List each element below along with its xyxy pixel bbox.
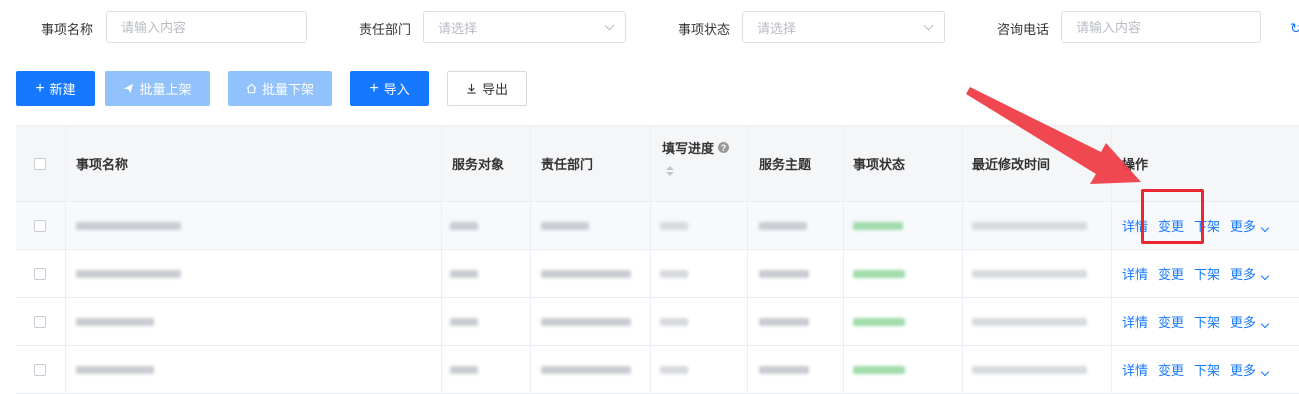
chevron-down-icon (604, 20, 615, 30)
chevron-down-icon (923, 20, 934, 30)
offline-link[interactable]: 下架 (1194, 312, 1220, 331)
offline-link[interactable]: 下架 (1194, 264, 1220, 283)
filter-label-status: 事项状态 (678, 22, 731, 37)
chevron-down-icon (1260, 271, 1270, 281)
table-row[interactable]: 详情 变更 下架 更多 (16, 346, 1299, 394)
item-name-input[interactable] (106, 11, 307, 43)
row-checkbox[interactable] (34, 267, 46, 280)
more-dropdown[interactable]: 更多 (1230, 216, 1270, 235)
table-row[interactable]: 详情 变更 下架 更多 (16, 298, 1299, 346)
col-progress[interactable]: 填写进度 ? (662, 126, 730, 201)
change-link[interactable]: 变更 (1158, 312, 1184, 331)
change-link[interactable]: 变更 (1158, 264, 1184, 283)
col-last-modified: 最近修改时间 (972, 157, 1051, 172)
change-link[interactable]: 变更 (1158, 360, 1184, 379)
more-dropdown[interactable]: 更多 (1230, 264, 1270, 283)
items-table: 事项名称 服务对象 责任部门 填写进度 ? 服务主题 事项状态 最近修改时间 操… (16, 125, 1299, 394)
row-checkbox[interactable] (34, 315, 46, 328)
chevron-down-icon (1260, 367, 1270, 377)
help-icon[interactable]: ? (718, 142, 730, 153)
import-button-label: 导入 (383, 82, 410, 97)
detail-link[interactable]: 详情 (1122, 360, 1148, 379)
more-dropdown[interactable]: 更多 (1230, 312, 1270, 331)
download-icon (467, 83, 476, 94)
send-icon (124, 83, 134, 94)
export-button-label: 导出 (481, 82, 508, 97)
detail-link[interactable]: 详情 (1122, 264, 1148, 283)
select-all-checkbox[interactable] (34, 157, 46, 170)
plus-icon: + (369, 79, 379, 97)
col-service-target: 服务对象 (452, 157, 505, 172)
sort-icon[interactable] (666, 166, 676, 176)
batch-offline-button[interactable]: 批量下架 (228, 71, 332, 106)
table-row[interactable]: 详情 变更 下架 更多 (16, 250, 1299, 298)
import-button[interactable]: + 导入 (350, 71, 429, 106)
table-header: 事项名称 服务对象 责任部门 填写进度 ? 服务主题 事项状态 最近修改时间 操… (16, 125, 1299, 202)
col-progress-label: 填写进度 (662, 141, 715, 156)
chevron-down-icon (1260, 223, 1270, 233)
export-button[interactable]: 导出 (447, 71, 527, 106)
status-select-placeholder: 请选择 (757, 20, 797, 36)
plus-icon: + (35, 79, 45, 97)
row-checkbox[interactable] (34, 219, 46, 232)
phone-input[interactable] (1061, 11, 1261, 43)
filter-label-phone: 咨询电话 (997, 22, 1050, 37)
row-checkbox[interactable] (34, 363, 46, 376)
col-item-name: 事项名称 (76, 157, 129, 172)
col-dept: 责任部门 (541, 157, 594, 172)
detail-link[interactable]: 详情 (1122, 312, 1148, 331)
filter-label-dept: 责任部门 (359, 22, 412, 37)
batch-publish-button[interactable]: 批量上架 (105, 71, 210, 106)
select-all-cell[interactable] (34, 126, 46, 201)
refresh-icon[interactable]: ↻ (1290, 20, 1299, 37)
chevron-down-icon (1260, 319, 1270, 329)
batch-publish-label: 批量上架 (139, 82, 192, 97)
table-row[interactable]: 详情 变更 下架 更多 (16, 202, 1299, 250)
annotation-highlight-box (1141, 189, 1204, 244)
more-dropdown[interactable]: 更多 (1230, 360, 1270, 379)
batch-offline-label: 批量下架 (261, 82, 314, 97)
item-name-field[interactable] (107, 12, 306, 42)
col-item-status: 事项状态 (853, 157, 906, 172)
status-select[interactable]: 请选择 (742, 11, 945, 43)
dept-select[interactable]: 请选择 (423, 11, 626, 43)
offline-link[interactable]: 下架 (1194, 360, 1220, 379)
new-button-label: 新建 (49, 82, 76, 97)
phone-field[interactable] (1062, 12, 1260, 42)
filter-label-name: 事项名称 (41, 22, 94, 37)
dept-select-placeholder: 请选择 (438, 20, 478, 36)
col-service-theme: 服务主题 (759, 157, 812, 172)
new-button[interactable]: + 新建 (16, 71, 95, 106)
home-icon (246, 83, 257, 94)
